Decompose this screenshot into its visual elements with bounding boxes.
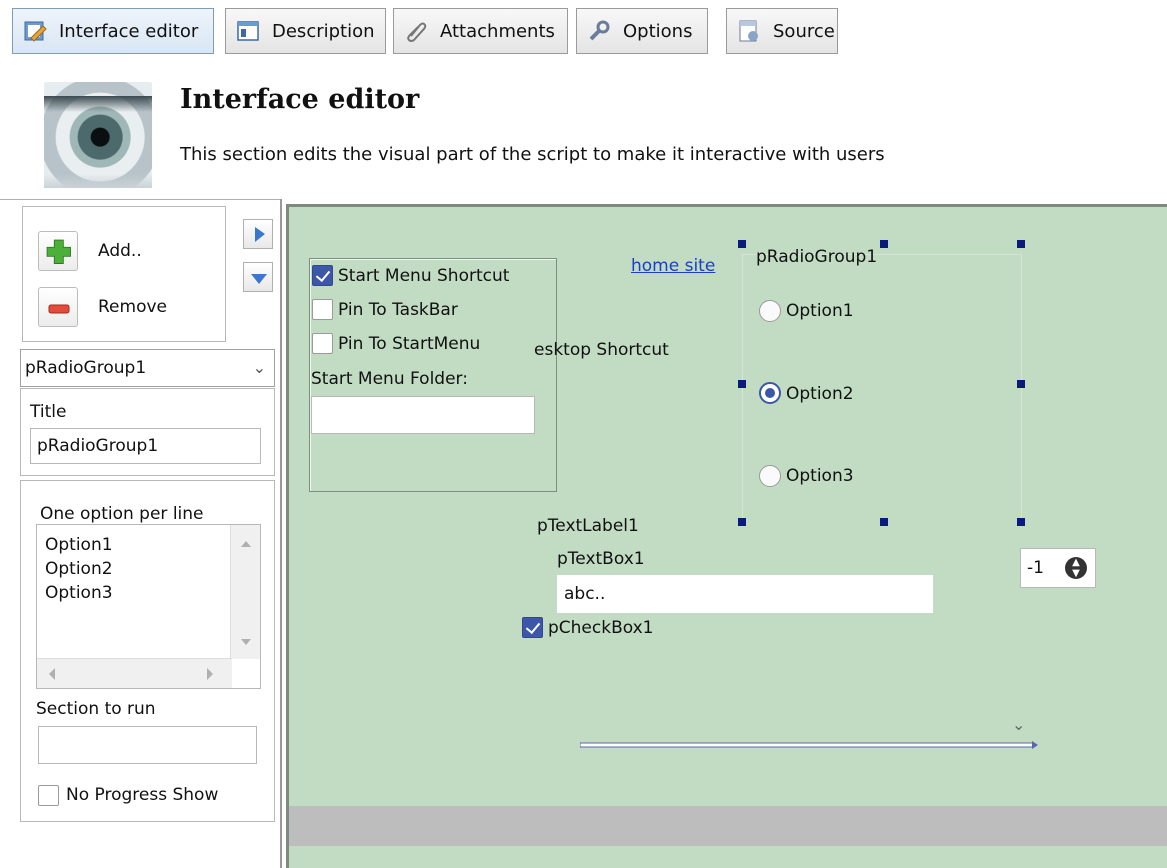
options-lines: Option1 Option2 Option3 bbox=[45, 533, 113, 605]
tab-options[interactable]: Options bbox=[576, 8, 708, 54]
canvas-footer-bar bbox=[289, 806, 1167, 846]
pcheckbox1-label[interactable]: pCheckBox1 bbox=[548, 618, 654, 638]
paperclip-icon bbox=[404, 19, 428, 43]
options-vertical-scrollbar[interactable] bbox=[230, 525, 260, 659]
resize-handle-middle-left[interactable] bbox=[738, 380, 746, 388]
scroll-down-icon bbox=[241, 639, 251, 645]
start-menu-shortcut-checkbox[interactable] bbox=[312, 265, 333, 286]
spin-edit-value: -1 bbox=[1027, 558, 1044, 578]
title-input[interactable]: pRadioGroup1 bbox=[30, 428, 261, 464]
add-button[interactable] bbox=[38, 231, 78, 271]
pcheckbox1-checkbox[interactable] bbox=[522, 617, 543, 638]
tab-label: Attachments bbox=[440, 20, 555, 42]
resize-handle-top-right[interactable] bbox=[1017, 240, 1025, 248]
options-horizontal-scrollbar[interactable] bbox=[37, 658, 232, 688]
pin-to-startmenu-label[interactable]: Pin To StartMenu bbox=[338, 334, 480, 354]
tab-label: Options bbox=[623, 20, 693, 42]
start-menu-shortcut-label[interactable]: Start Menu Shortcut bbox=[338, 266, 509, 286]
spin-up-down-icon[interactable]: ▲ ▼ bbox=[1065, 557, 1087, 579]
component-select-value: pRadioGroup1 bbox=[25, 358, 147, 378]
window-icon bbox=[236, 19, 260, 43]
pin-to-taskbar-checkbox[interactable] bbox=[312, 299, 333, 320]
resize-handle-top-center[interactable] bbox=[880, 240, 888, 248]
scroll-up-icon bbox=[241, 541, 251, 547]
options-memo[interactable]: Option1 Option2 Option3 bbox=[36, 524, 261, 689]
page-subtitle: This section edits the visual part of th… bbox=[180, 144, 885, 165]
add-label[interactable]: Add.. bbox=[98, 241, 142, 261]
option2-radio[interactable] bbox=[759, 382, 781, 404]
wrench-icon bbox=[587, 19, 611, 43]
tab-interface-editor[interactable]: Interface editor bbox=[12, 8, 214, 54]
script-source-icon bbox=[737, 19, 761, 43]
resize-handle-top-left[interactable] bbox=[738, 240, 746, 248]
no-progress-checkbox[interactable] bbox=[38, 785, 59, 806]
page-title: Interface editor bbox=[180, 84, 420, 115]
component-select[interactable]: pRadioGroup1 ⌄ bbox=[20, 349, 275, 387]
scroll-left-icon bbox=[49, 668, 55, 680]
option1-label[interactable]: Option1 bbox=[786, 301, 854, 321]
move-down-button[interactable] bbox=[243, 262, 273, 292]
chevron-down-icon: ⌄ bbox=[252, 358, 266, 377]
radio-group-title[interactable]: pRadioGroup1 bbox=[756, 247, 877, 267]
pin-to-startmenu-checkbox[interactable] bbox=[312, 333, 333, 354]
start-menu-folder-input[interactable] bbox=[311, 396, 535, 434]
title-label: Title bbox=[30, 402, 67, 422]
remove-button[interactable] bbox=[38, 287, 78, 327]
trackbar-chevron-down-icon: ⌄ bbox=[1012, 715, 1026, 734]
resize-handle-bottom-right[interactable] bbox=[1017, 518, 1025, 526]
start-menu-folder-label: Start Menu Folder: bbox=[311, 369, 468, 389]
remove-label[interactable]: Remove bbox=[98, 297, 167, 317]
tab-attachments[interactable]: Attachments bbox=[393, 8, 568, 54]
resize-handle-middle-right[interactable] bbox=[1017, 380, 1025, 388]
resize-handle-bottom-left[interactable] bbox=[738, 518, 746, 526]
options-label: One option per line bbox=[40, 504, 204, 524]
options-line: Option1 bbox=[45, 535, 113, 555]
radio-group-border-left bbox=[742, 254, 743, 524]
option3-radio[interactable] bbox=[759, 465, 781, 487]
text-box-label[interactable]: pTextBox1 bbox=[557, 549, 645, 569]
move-up-button[interactable] bbox=[243, 219, 273, 249]
section-to-run-label: Section to run bbox=[36, 699, 156, 719]
options-line: Option3 bbox=[45, 583, 113, 603]
pin-to-taskbar-label[interactable]: Pin To TaskBar bbox=[338, 300, 458, 320]
option1-radio[interactable] bbox=[759, 300, 781, 322]
triangle-down-icon bbox=[251, 274, 267, 284]
home-site-link[interactable]: home site bbox=[631, 256, 715, 276]
scroll-right-icon bbox=[207, 668, 213, 680]
plus-icon bbox=[46, 239, 71, 264]
text-label-component[interactable]: pTextLabel1 bbox=[537, 516, 639, 536]
resize-handle-bottom-center[interactable] bbox=[880, 518, 888, 526]
option3-label[interactable]: Option3 bbox=[786, 466, 854, 486]
text-box-input[interactable]: abc.. bbox=[557, 575, 933, 613]
tab-label: Source bbox=[773, 20, 835, 42]
panel-divider[interactable] bbox=[280, 199, 282, 868]
pencil-edit-icon bbox=[23, 19, 47, 43]
no-progress-label[interactable]: No Progress Show bbox=[66, 785, 218, 805]
options-line: Option2 bbox=[45, 559, 113, 579]
tab-description[interactable]: Description bbox=[225, 8, 386, 54]
trackbar[interactable] bbox=[579, 736, 1038, 749]
eye-logo bbox=[44, 82, 152, 188]
option2-label[interactable]: Option2 bbox=[786, 384, 854, 404]
tab-label: Description bbox=[272, 20, 375, 42]
tab-label: Interface editor bbox=[59, 20, 199, 42]
desktop-shortcut-label[interactable]: esktop Shortcut bbox=[534, 340, 669, 360]
tab-source[interactable]: Source bbox=[726, 8, 838, 54]
minus-icon bbox=[48, 304, 70, 314]
spin-edit[interactable]: -1 ▲ ▼ bbox=[1020, 548, 1096, 588]
play-right-icon bbox=[255, 227, 265, 242]
radio-group-border-right bbox=[1021, 254, 1022, 524]
section-to-run-input[interactable] bbox=[38, 726, 257, 764]
